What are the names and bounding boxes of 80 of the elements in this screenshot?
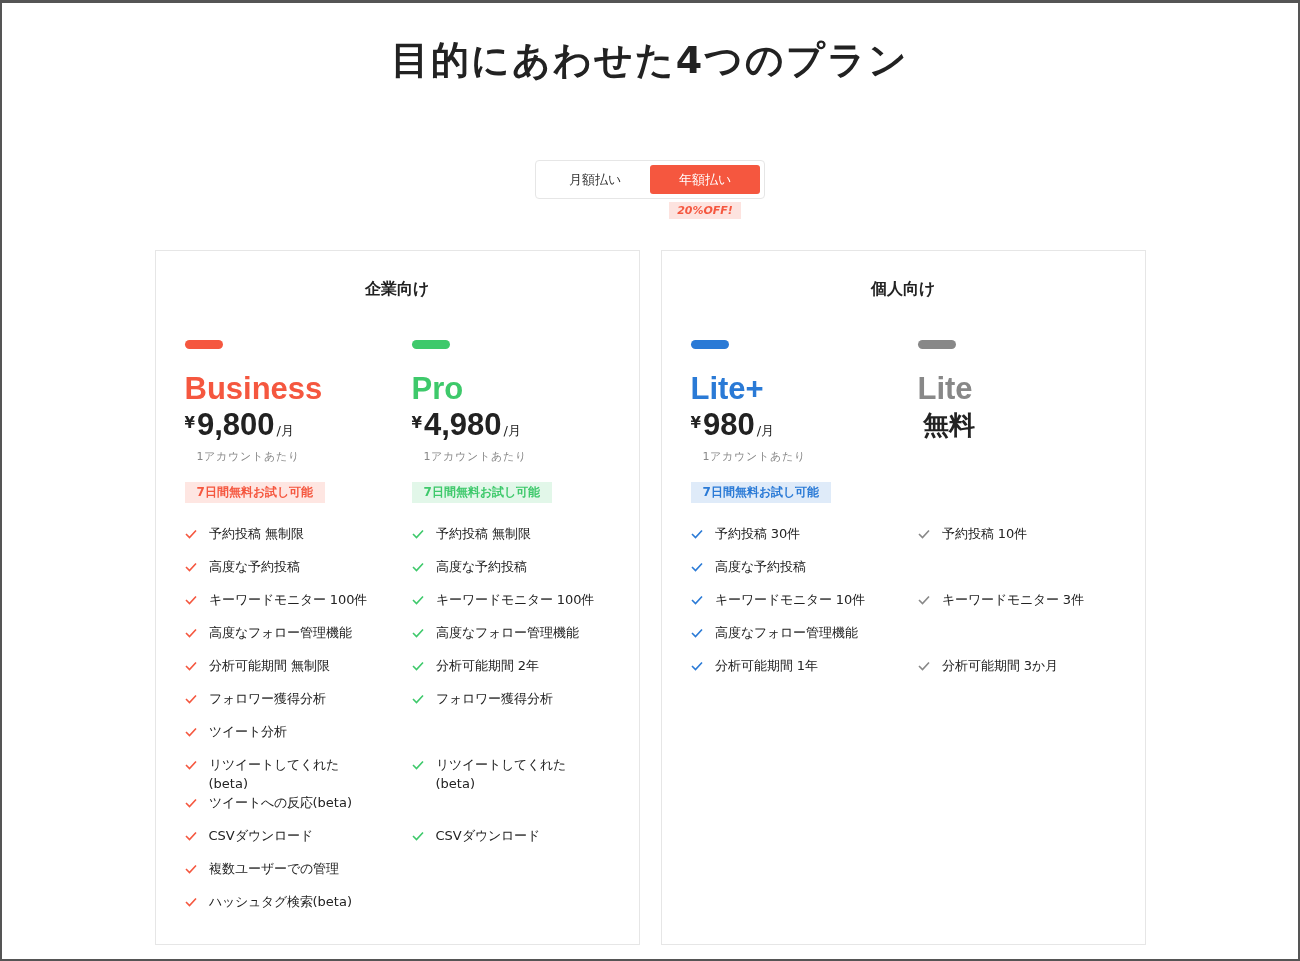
feature-text: キーワードモニター 10件 bbox=[714, 591, 866, 609]
page-title: 目的にあわせた4つのプラン bbox=[389, 37, 911, 83]
feature-text: 予約投稿 無制限 bbox=[435, 525, 531, 543]
price-note: 1アカウントあたり bbox=[702, 449, 807, 464]
feature-text: 高度な予約投稿 bbox=[714, 558, 806, 576]
check-icon bbox=[411, 628, 424, 638]
feature-text: フォロワー獲得分析 bbox=[435, 690, 553, 708]
feature-text: 分析可能期間 1年 bbox=[714, 657, 818, 675]
check-icon bbox=[184, 760, 197, 770]
check-icon bbox=[184, 798, 197, 808]
feature-text: 分析可能期間 2年 bbox=[435, 657, 539, 675]
check-icon bbox=[184, 529, 197, 539]
feature-text: CSVダウンロード bbox=[435, 827, 540, 845]
feature-text: CSVダウンロード bbox=[208, 827, 313, 845]
feature-text: 高度なフォロー管理機能 bbox=[714, 624, 858, 642]
currency-symbol: ¥ bbox=[411, 413, 422, 434]
price-note: 1アカウントあたり bbox=[423, 449, 528, 464]
trial-tag: 7日間無料お試し可能 bbox=[411, 482, 552, 503]
feature-text: 分析可能期間 無制限 bbox=[208, 657, 330, 675]
price-amount: 980 bbox=[702, 407, 755, 443]
check-icon bbox=[917, 595, 930, 605]
feature-text: ハッシュタグ検索(beta) bbox=[208, 893, 352, 911]
group-title: 個人向け bbox=[869, 279, 936, 300]
price-unit: /月 bbox=[503, 422, 521, 440]
feature-text: リツイートしてくれた (beta) bbox=[208, 756, 339, 793]
feature-text: 複数ユーザーでの管理 bbox=[208, 860, 339, 878]
check-icon bbox=[184, 727, 197, 737]
check-icon bbox=[917, 529, 930, 539]
check-icon bbox=[184, 831, 197, 841]
price-amount: 4,980 bbox=[423, 407, 502, 443]
check-icon bbox=[411, 831, 424, 841]
feature-text: 予約投稿 30件 bbox=[714, 525, 801, 543]
feature-text: 予約投稿 無制限 bbox=[208, 525, 304, 543]
price-amount: 9,800 bbox=[196, 407, 275, 443]
check-icon bbox=[690, 628, 703, 638]
trial-tag: 7日間無料お試し可能 bbox=[184, 482, 325, 503]
check-icon bbox=[690, 661, 703, 671]
discount-badge: 20%OFF! bbox=[669, 202, 741, 219]
check-icon bbox=[184, 694, 197, 704]
check-icon bbox=[184, 562, 197, 572]
check-icon bbox=[411, 694, 424, 704]
feature-text: リツイートしてくれた (beta) bbox=[435, 756, 566, 793]
price-unit: /月 bbox=[276, 422, 294, 440]
price-unit: /月 bbox=[756, 422, 775, 440]
feature-text: 分析可能期間 3か月 bbox=[941, 657, 1058, 675]
trial-tag: 7日間無料お試し可能 bbox=[690, 482, 831, 503]
check-icon bbox=[690, 529, 703, 539]
feature-text: キーワードモニター 100件 bbox=[435, 591, 595, 609]
feature-text: 高度なフォロー管理機能 bbox=[208, 624, 352, 642]
check-icon bbox=[184, 661, 197, 671]
check-icon bbox=[184, 864, 197, 874]
feature-text: 高度な予約投稿 bbox=[435, 558, 527, 576]
feature-text: 高度な予約投稿 bbox=[208, 558, 300, 576]
check-icon bbox=[411, 595, 424, 605]
check-icon bbox=[917, 661, 930, 671]
check-icon bbox=[690, 562, 703, 572]
feature-text: ツイートへの反応(beta) bbox=[208, 794, 352, 812]
check-icon bbox=[411, 562, 424, 572]
check-icon bbox=[411, 661, 424, 671]
feature-text: 高度なフォロー管理機能 bbox=[435, 624, 579, 642]
plan-name: Pro bbox=[411, 371, 464, 407]
plan-name: Lite bbox=[917, 371, 973, 407]
price-note: 1アカウントあたり bbox=[196, 449, 301, 464]
check-icon bbox=[411, 529, 424, 539]
check-icon bbox=[411, 760, 424, 770]
check-icon bbox=[184, 897, 197, 907]
feature-text: フォロワー獲得分析 bbox=[208, 690, 326, 708]
currency-symbol: ¥ bbox=[690, 413, 701, 434]
check-icon bbox=[690, 595, 703, 605]
plan-name: Lite+ bbox=[690, 371, 764, 407]
check-icon bbox=[184, 595, 197, 605]
currency-symbol: ¥ bbox=[184, 413, 195, 434]
feature-text: キーワードモニター 100件 bbox=[208, 591, 368, 609]
price-amount: 無料 bbox=[922, 409, 975, 442]
feature-text: ツイート分析 bbox=[208, 723, 287, 741]
plan-name: Business bbox=[184, 371, 323, 407]
feature-text: 予約投稿 10件 bbox=[941, 525, 1028, 543]
group-title: 企業向け bbox=[364, 279, 430, 300]
feature-text: キーワードモニター 3件 bbox=[941, 591, 1084, 609]
check-icon bbox=[184, 628, 197, 638]
